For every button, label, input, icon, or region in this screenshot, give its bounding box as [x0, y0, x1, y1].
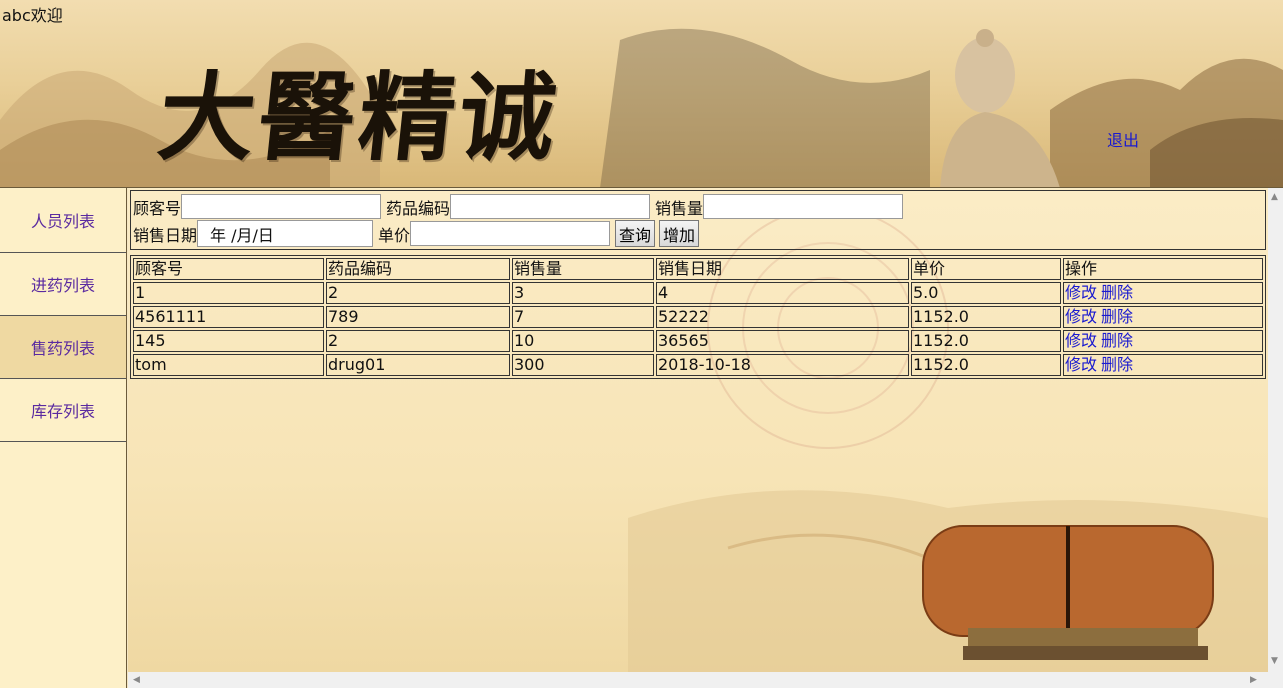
date-input[interactable]: 年 /月/日	[197, 220, 374, 247]
horizontal-scrollbar[interactable]: ◀ ▶	[128, 672, 1268, 688]
sidebar-item-stock-list[interactable]: 库存列表	[0, 379, 126, 442]
table-row: tom drug01 300 2018-10-18 1152.0 修改 删除	[133, 354, 1263, 376]
scroll-up-arrow-icon[interactable]: ▲	[1271, 192, 1278, 202]
edit-link[interactable]: 修改	[1065, 331, 1097, 350]
cell-price: 1152.0	[911, 330, 1061, 352]
header-drug-code: 药品编码	[326, 258, 510, 280]
vertical-scrollbar[interactable]: ▲ ▼	[1268, 188, 1283, 672]
sidebar-item-label: 人员列表	[30, 212, 95, 231]
header-quantity: 销售量	[512, 258, 654, 280]
table-row: 145 2 10 36565 1152.0 修改 删除	[133, 330, 1263, 352]
cell-actions: 修改 删除	[1063, 330, 1263, 352]
cell-date: 36565	[656, 330, 909, 352]
cell-drug-code: 789	[326, 306, 510, 328]
table-row: 4561111 789 7 52222 1152.0 修改 删除	[133, 306, 1263, 328]
cell-quantity: 300	[512, 354, 654, 376]
sidebar-item-label: 售药列表	[30, 339, 95, 358]
header-banner: 大醫精诚 abc欢迎 退出	[0, 0, 1283, 188]
cell-actions: 修改 删除	[1063, 306, 1263, 328]
cell-quantity: 10	[512, 330, 654, 352]
delete-link[interactable]: 删除	[1101, 355, 1133, 374]
cell-price: 5.0	[911, 282, 1061, 304]
cell-drug-code: drug01	[326, 354, 510, 376]
drug-code-label: 药品编码	[386, 198, 451, 218]
sidebar-item-label: 库存列表	[30, 402, 95, 421]
sidebar-item-purchase-list[interactable]: 进药列表	[0, 253, 126, 316]
cell-quantity: 7	[512, 306, 654, 328]
header-actions: 操作	[1063, 258, 1263, 280]
cell-customer: 145	[133, 330, 324, 352]
welcome-text: abc欢迎	[2, 6, 63, 25]
edit-link[interactable]: 修改	[1065, 307, 1097, 326]
cell-date: 2018-10-18	[656, 354, 909, 376]
quantity-label: 销售量	[655, 198, 704, 218]
price-label: 单价	[378, 225, 411, 245]
cell-actions: 修改 删除	[1063, 354, 1263, 376]
scrollbar-corner	[1268, 672, 1283, 688]
add-button[interactable]: 增加	[659, 220, 700, 247]
header-price: 单价	[911, 258, 1061, 280]
sales-form: 顾客号 药品编码 销售量 销售日期 年 /月/日 单价 查询 增加	[130, 190, 1266, 250]
table-header-row: 顾客号 药品编码 销售量 销售日期 单价 操作	[133, 258, 1263, 280]
sidebar: 人员列表 进药列表 售药列表 库存列表	[0, 188, 127, 688]
sidebar-item-sales-list[interactable]: 售药列表	[0, 316, 126, 379]
customer-label: 顾客号	[133, 198, 182, 218]
date-label: 销售日期	[133, 225, 198, 245]
drug-code-input[interactable]	[450, 194, 651, 219]
price-input[interactable]	[410, 221, 611, 246]
sales-table: 顾客号 药品编码 销售量 销售日期 单价 操作 1 2 3 4 5.0 修改 删除…	[130, 255, 1266, 379]
cell-price: 1152.0	[911, 354, 1061, 376]
cell-actions: 修改 删除	[1063, 282, 1263, 304]
delete-link[interactable]: 删除	[1101, 331, 1133, 350]
main-content: 顾客号 药品编码 销售量 销售日期 年 /月/日 单价 查询 增加 顾客号 药品…	[128, 188, 1268, 672]
cell-drug-code: 2	[326, 330, 510, 352]
customer-input[interactable]	[181, 194, 382, 219]
cell-customer: 1	[133, 282, 324, 304]
query-button[interactable]: 查询	[615, 220, 656, 247]
sidebar-item-staff-list[interactable]: 人员列表	[0, 188, 126, 253]
header-customer: 顾客号	[133, 258, 324, 280]
cell-customer: 4561111	[133, 306, 324, 328]
table-row: 1 2 3 4 5.0 修改 删除	[133, 282, 1263, 304]
sidebar-item-label: 进药列表	[30, 276, 95, 295]
cell-quantity: 3	[512, 282, 654, 304]
scroll-right-arrow-icon[interactable]: ▶	[1250, 675, 1257, 685]
cell-date: 52222	[656, 306, 909, 328]
banner-calligraphy-logo: 大醫精诚	[153, 61, 566, 174]
logout-link[interactable]: 退出	[1107, 127, 1139, 151]
delete-link[interactable]: 删除	[1101, 283, 1133, 302]
scroll-left-arrow-icon[interactable]: ◀	[133, 675, 140, 685]
quantity-input[interactable]	[703, 194, 904, 219]
edit-link[interactable]: 修改	[1065, 283, 1097, 302]
cell-date: 4	[656, 282, 909, 304]
cell-price: 1152.0	[911, 306, 1061, 328]
scroll-down-arrow-icon[interactable]: ▼	[1271, 656, 1278, 666]
header-date: 销售日期	[656, 258, 909, 280]
cell-drug-code: 2	[326, 282, 510, 304]
delete-link[interactable]: 删除	[1101, 307, 1133, 326]
edit-link[interactable]: 修改	[1065, 355, 1097, 374]
cell-customer: tom	[133, 354, 324, 376]
